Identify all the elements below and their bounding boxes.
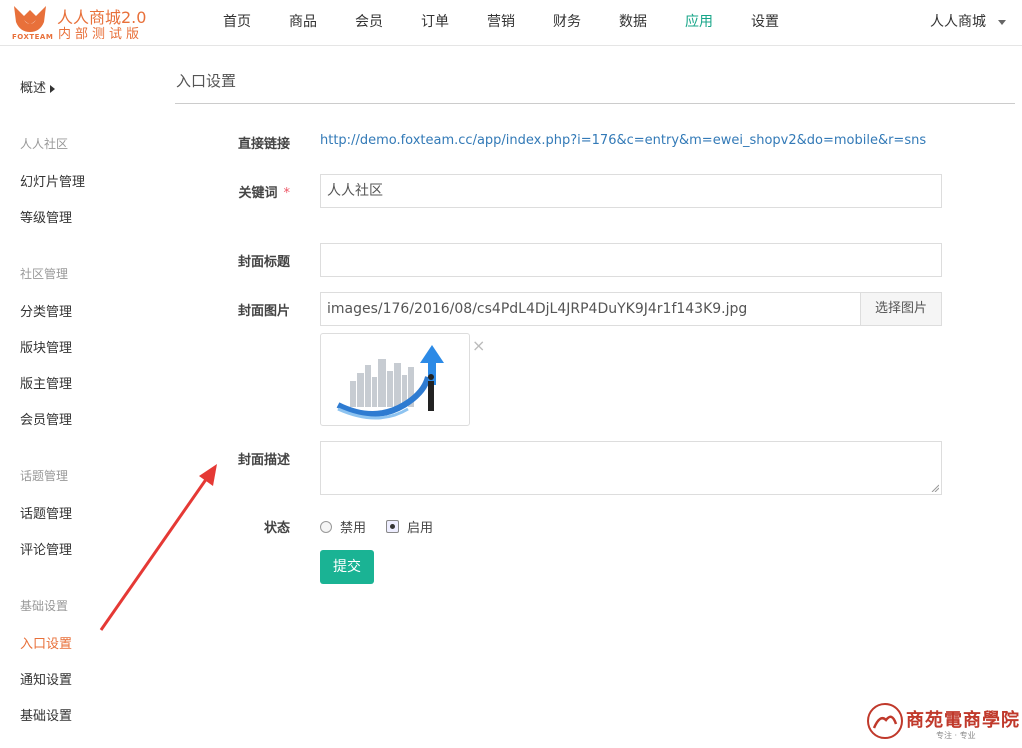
watermark-seal-icon xyxy=(867,703,903,739)
required-mark: * xyxy=(283,186,291,201)
sidebar: 概述 人人社区 幻灯片管理 等级管理 社区管理 分类管理 版块管理 版主管理 会… xyxy=(0,47,160,748)
cover-title-label: 封面标题 xyxy=(237,255,290,270)
cover-title-input[interactable] xyxy=(320,243,942,277)
sidebar-item-entry[interactable]: 入口设置 xyxy=(20,633,72,652)
brand-logo[interactable]: FOXTEAM 人人商城2.0 内部测试版 xyxy=(10,2,160,42)
status-enabled-label[interactable]: 启用 xyxy=(407,517,433,536)
user-menu[interactable]: 人人商城 xyxy=(930,0,1006,44)
caret-right-icon xyxy=(50,84,56,93)
top-bar: FOXTEAM 人人商城2.0 内部测试版 首页 商品 会员 订单 营销 财务 … xyxy=(0,0,1022,46)
sidebar-item-topics[interactable]: 话题管理 xyxy=(20,503,72,522)
watermark-logo: 商苑電商學院 专注 · 专业 xyxy=(866,700,1020,744)
sidebar-item-members[interactable]: 会员管理 xyxy=(20,409,72,428)
page-title: 入口设置 xyxy=(176,72,237,90)
chevron-down-icon xyxy=(998,19,1006,25)
status-disabled-label[interactable]: 禁用 xyxy=(340,517,366,536)
nav-item-settings[interactable]: 设置 xyxy=(732,0,798,46)
sidebar-item-label: 概述 xyxy=(20,81,47,96)
sidebar-item-slides[interactable]: 幻灯片管理 xyxy=(20,171,85,190)
cover-image-preview xyxy=(320,333,470,426)
nav-item-finance[interactable]: 财务 xyxy=(534,0,600,46)
main-nav: 首页 商品 会员 订单 营销 财务 数据 应用 设置 xyxy=(204,0,798,46)
status-enabled-radio[interactable] xyxy=(386,520,400,533)
sidebar-item-basic[interactable]: 基础设置 xyxy=(20,705,72,724)
watermark-text: 商苑電商學院 xyxy=(906,710,1020,731)
business-growth-image xyxy=(324,337,466,422)
sidebar-group-community: 人人社区 xyxy=(20,137,69,151)
brand-sub: FOXTEAM xyxy=(12,33,54,41)
sidebar-item-comments[interactable]: 评论管理 xyxy=(20,539,72,558)
watermark-sub: 专注 · 专业 xyxy=(936,731,976,740)
sidebar-group-topics: 话题管理 xyxy=(20,469,69,483)
pick-image-button[interactable]: 选择图片 xyxy=(860,292,942,326)
submit-button[interactable]: 提交 xyxy=(320,550,374,584)
keyword-label: 关键词 * xyxy=(170,182,290,201)
annotation-arrow-icon xyxy=(99,464,217,631)
sidebar-item-category[interactable]: 分类管理 xyxy=(20,301,72,320)
close-icon[interactable]: × xyxy=(472,336,485,355)
nav-item-data[interactable]: 数据 xyxy=(600,0,666,46)
keyword-input[interactable]: 人人社区 xyxy=(320,174,942,208)
brand-tagline: 内部测试版 xyxy=(58,27,144,42)
nav-item-apps[interactable]: 应用 xyxy=(666,0,732,46)
nav-item-members[interactable]: 会员 xyxy=(336,0,402,46)
status-disabled-radio[interactable] xyxy=(320,520,332,533)
keyword-label-text: 关键词 xyxy=(238,186,278,201)
link-label: 直接链接 xyxy=(237,137,290,152)
sidebar-group-basic: 基础设置 xyxy=(20,599,69,613)
cover-image-label: 封面图片 xyxy=(237,304,290,319)
direct-link[interactable]: http://demo.foxteam.cc/app/index.php?i=1… xyxy=(320,133,926,148)
title-divider xyxy=(175,103,1015,104)
sidebar-item-board[interactable]: 版块管理 xyxy=(20,337,72,356)
sidebar-item-notify[interactable]: 通知设置 xyxy=(20,669,72,688)
status-radio-group: 禁用 启用 xyxy=(320,517,453,536)
nav-item-marketing[interactable]: 营销 xyxy=(468,0,534,46)
sidebar-item-moderator[interactable]: 版主管理 xyxy=(20,373,72,392)
nav-item-orders[interactable]: 订单 xyxy=(402,0,468,46)
sidebar-item-overview[interactable]: 概述 xyxy=(20,77,56,96)
resize-grip-icon[interactable] xyxy=(931,484,939,492)
sidebar-group-community-mgmt: 社区管理 xyxy=(20,267,69,281)
cover-desc-textarea[interactable] xyxy=(320,441,942,495)
user-name: 人人商城 xyxy=(930,14,986,30)
sidebar-item-levels[interactable]: 等级管理 xyxy=(20,207,72,226)
nav-item-home[interactable]: 首页 xyxy=(204,0,270,46)
nav-item-products[interactable]: 商品 xyxy=(270,0,336,46)
cover-image-path[interactable]: images/176/2016/08/cs4PdL4DjL4JRP4DuYK9J… xyxy=(320,292,861,326)
